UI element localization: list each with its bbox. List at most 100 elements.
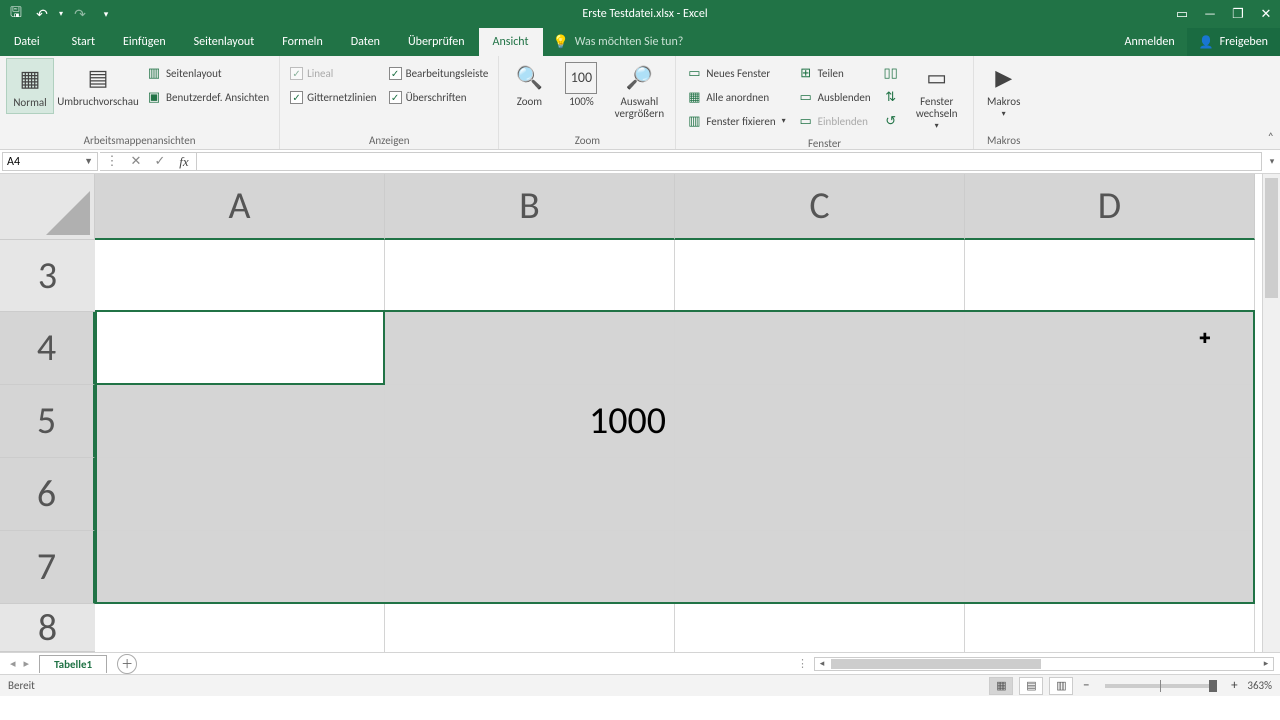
col-header-d[interactable]: D — [965, 174, 1255, 240]
tab-ueberpruefen[interactable]: Überprüfen — [394, 28, 479, 56]
sheet-tab-tabelle1[interactable]: Tabelle1 — [39, 655, 107, 673]
sheet-nav-prev-icon[interactable]: ◂ — [10, 657, 16, 670]
col-header-c[interactable]: C — [675, 174, 965, 240]
cell-a6[interactable] — [95, 458, 385, 531]
cells[interactable]: 1000 — [95, 240, 1262, 652]
save-button[interactable]: 🖫 — [4, 2, 28, 26]
cell-c8[interactable] — [675, 604, 965, 652]
qat-customize-icon[interactable]: ▾ — [94, 2, 118, 26]
cell-d5[interactable] — [965, 385, 1255, 458]
tab-formeln[interactable]: Formeln — [268, 28, 336, 56]
cell-c4[interactable] — [675, 312, 965, 385]
page-break-status-button[interactable]: ▥ — [1049, 677, 1073, 695]
zoom-100-button[interactable]: 100 100% — [557, 58, 605, 112]
zoom-level[interactable]: 363% — [1247, 679, 1272, 692]
sheet-nav-arrows[interactable]: ◂ ▸ — [0, 657, 39, 670]
name-box[interactable]: A4 ▼ — [2, 152, 98, 171]
tab-einfuegen[interactable]: Einfügen — [109, 28, 180, 56]
view-side-by-side-button[interactable]: ▯▯ — [879, 62, 903, 84]
zoom-slider[interactable] — [1105, 684, 1215, 688]
tab-file[interactable]: Datei — [0, 28, 54, 56]
tab-ansicht[interactable]: Ansicht — [479, 28, 543, 56]
scroll-right-icon[interactable]: ▸ — [1259, 658, 1273, 669]
page-layout-status-button[interactable]: ▤ — [1019, 677, 1043, 695]
vertical-scrollbar[interactable] — [1262, 174, 1280, 652]
headings-checkbox[interactable]: ✓ Überschriften — [385, 86, 493, 108]
signin-button[interactable]: Anmelden — [1113, 28, 1187, 56]
macros-button[interactable]: ▶ Makros▾ — [980, 58, 1028, 123]
worksheet-grid[interactable]: A B C D 3 4 5 6 7 8 — [0, 174, 1280, 652]
cell-a8[interactable] — [95, 604, 385, 652]
share-button[interactable]: 👤 Freigeben — [1187, 28, 1280, 56]
cell-b4[interactable] — [385, 312, 675, 385]
maximize-button[interactable]: ❐ — [1224, 0, 1252, 28]
new-window-button[interactable]: ▭Neues Fenster — [682, 62, 789, 84]
quick-access-toolbar: 🖫 ↶ ▾ ↷ ▾ — [0, 2, 122, 26]
add-sheet-button[interactable]: ＋ — [117, 654, 137, 674]
minimize-button[interactable]: — — [1196, 0, 1224, 28]
ribbon-display-icon[interactable]: ▭ — [1168, 0, 1196, 28]
tab-start[interactable]: Start — [58, 28, 109, 56]
scrollbar-thumb[interactable] — [831, 659, 1041, 669]
undo-more-icon[interactable]: ▾ — [56, 2, 66, 26]
formula-bar-checkbox[interactable]: ✓ Bearbeitungsleiste — [385, 62, 493, 84]
custom-views-button[interactable]: ▣ Benutzerdef. Ansichten — [142, 86, 273, 108]
row-header-3[interactable]: 3 — [0, 240, 95, 312]
cell-b5[interactable]: 1000 — [385, 385, 675, 458]
tab-seitenlayout[interactable]: Seitenlayout — [180, 28, 269, 56]
cell-a3[interactable] — [95, 240, 385, 312]
col-header-a[interactable]: A — [95, 174, 385, 240]
arrange-all-button[interactable]: ▦Alle anordnen — [682, 86, 789, 108]
row-header-5[interactable]: 5 — [0, 385, 95, 458]
row-header-7[interactable]: 7 — [0, 531, 95, 604]
scroll-left-icon[interactable]: ◂ — [815, 658, 829, 669]
cell-d8[interactable] — [965, 604, 1255, 652]
expand-formula-bar-button[interactable]: ▾ — [1264, 150, 1280, 173]
formula-bar[interactable] — [197, 152, 1262, 171]
insert-function-button[interactable]: fx — [172, 154, 196, 170]
cell-b6[interactable] — [385, 458, 675, 531]
horizontal-scrollbar[interactable]: ◂ ▸ — [814, 657, 1274, 671]
sheet-nav-next-icon[interactable]: ▸ — [24, 657, 30, 670]
cell-a7[interactable] — [95, 531, 385, 604]
cell-a5[interactable] — [95, 385, 385, 458]
cell-d3[interactable] — [965, 240, 1255, 312]
normal-view-status-button[interactable]: ▦ — [989, 677, 1013, 695]
freeze-panes-button[interactable]: ▥Fenster fixieren▾ — [682, 110, 789, 132]
cell-c5[interactable] — [675, 385, 965, 458]
zoom-button[interactable]: 🔍 Zoom — [505, 58, 553, 112]
zoom-selection-button[interactable]: 🔎 Auswahl vergrößern — [609, 58, 669, 124]
page-break-preview-button[interactable]: ▤ Umbruchvorschau — [58, 58, 138, 112]
collapse-ribbon-button[interactable]: ˄ — [1268, 131, 1274, 145]
cell-b7[interactable] — [385, 531, 675, 604]
undo-button[interactable]: ↶ — [30, 2, 54, 26]
row-header-4[interactable]: 4 — [0, 312, 95, 385]
cell-a4[interactable] — [95, 312, 385, 385]
switch-windows-button[interactable]: ▭ Fenster wechseln▾ — [907, 58, 967, 135]
zoom-out-button[interactable]: − — [1079, 678, 1093, 693]
normal-view-button[interactable]: ▦ Normal — [6, 58, 54, 114]
cell-b3[interactable] — [385, 240, 675, 312]
cell-d6[interactable] — [965, 458, 1255, 531]
select-all-button[interactable] — [0, 174, 95, 240]
tab-daten[interactable]: Daten — [337, 28, 394, 56]
cell-c3[interactable] — [675, 240, 965, 312]
cell-b8[interactable] — [385, 604, 675, 652]
split-button[interactable]: ⊞Teilen — [794, 62, 875, 84]
tell-me-search[interactable]: 💡 Was möchten Sie tun? — [543, 28, 694, 56]
col-header-b[interactable]: B — [385, 174, 675, 240]
chevron-down-icon[interactable]: ▼ — [84, 156, 93, 167]
row-header-8[interactable]: 8 — [0, 604, 95, 652]
cell-d7[interactable] — [965, 531, 1255, 604]
cell-c6[interactable] — [675, 458, 965, 531]
hide-button[interactable]: ▭Ausblenden — [794, 86, 875, 108]
zoom-in-button[interactable]: + — [1227, 678, 1241, 693]
gridlines-checkbox[interactable]: ✓ Gitternetzlinien — [286, 86, 380, 108]
page-layout-button[interactable]: ▥ Seitenlayout — [142, 62, 273, 84]
scrollbar-thumb[interactable] — [1265, 178, 1278, 298]
row-header-6[interactable]: 6 — [0, 458, 95, 531]
cell-d4[interactable] — [965, 312, 1255, 385]
zoom-slider-knob[interactable] — [1209, 680, 1217, 692]
cell-c7[interactable] — [675, 531, 965, 604]
close-button[interactable]: ✕ — [1252, 0, 1280, 28]
